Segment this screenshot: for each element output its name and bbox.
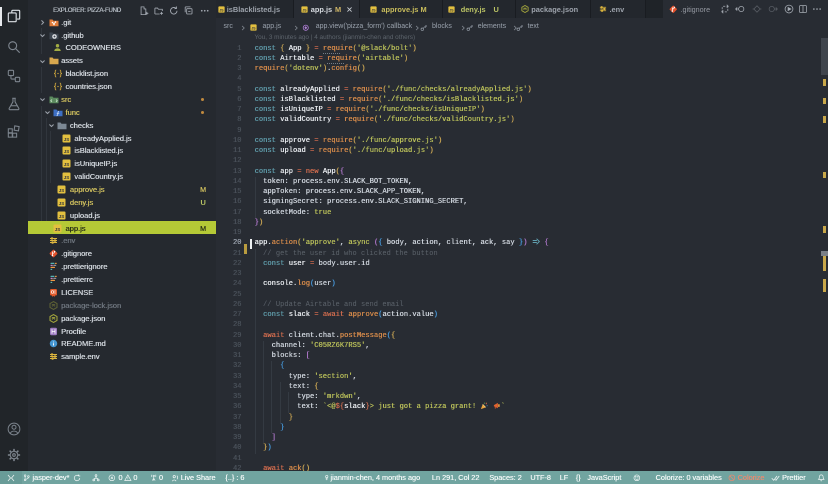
svg-text:JS: JS [251,26,256,30]
svg-text:JS: JS [371,8,376,12]
svg-text:JS: JS [63,136,69,141]
svg-text:JS: JS [449,8,454,12]
svg-text:JS: JS [219,8,224,12]
svg-text:JS: JS [63,175,69,180]
svg-text:JS: JS [303,8,308,12]
svg-text:JS: JS [59,188,65,193]
svg-text:JS: JS [55,226,61,231]
svg-text:JS: JS [59,213,65,218]
svg-text:JS: JS [63,162,69,167]
svg-text:JS: JS [59,201,65,206]
svg-text:JS: JS [63,149,69,154]
